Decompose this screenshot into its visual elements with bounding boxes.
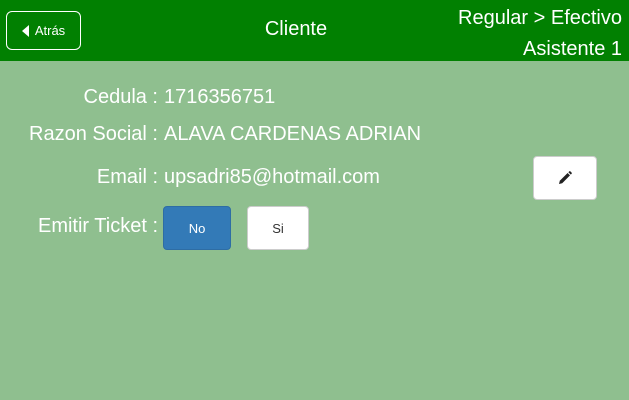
ticket-si-button[interactable]: Si [247, 206, 309, 250]
assistant-name: Asistente 1 [523, 38, 622, 60]
email-label: Email : [96, 166, 158, 188]
ticket-no-button[interactable]: No [163, 206, 231, 250]
cedula-value: 1716356751 [164, 86, 276, 108]
edit-email-button[interactable] [533, 156, 597, 200]
cedula-label: Cedula : [83, 86, 159, 108]
session-info: Regular > Efectivo Asistente 1 [458, 3, 622, 65]
razon-social-value: ALAVA CARDENAS ADRIAN [164, 123, 422, 145]
razon-social-label: Razon Social : [29, 123, 158, 145]
header-bar: Atrás Cliente Regular > Efectivo Asisten… [0, 0, 629, 61]
payment-mode: Regular > Efectivo [458, 7, 622, 29]
email-value: upsadri85@hotmail.com [164, 166, 380, 188]
pencil-icon [559, 171, 572, 184]
ticket-label: Emitir Ticket : [37, 215, 158, 237]
